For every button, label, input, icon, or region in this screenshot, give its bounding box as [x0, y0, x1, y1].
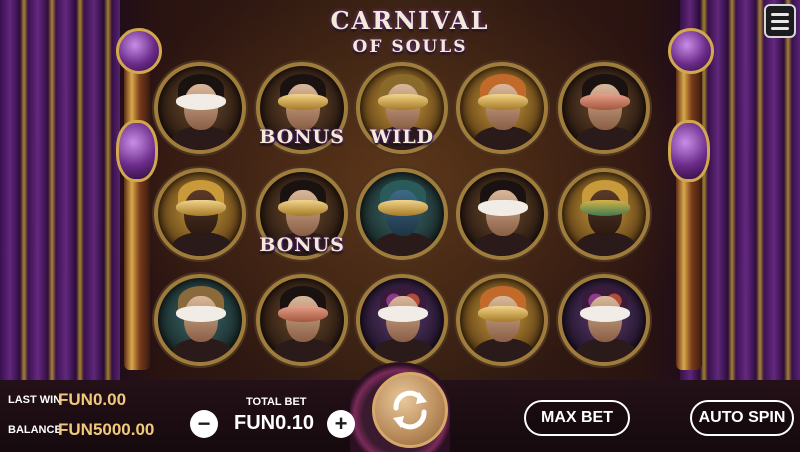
reel-symbol [558, 168, 650, 260]
hamburger-menu-icon[interactable] [764, 4, 796, 38]
spin-button[interactable] [372, 372, 448, 448]
game-title: CARNIVAL OF SOULS [300, 6, 520, 70]
last-win-label: LAST WIN [8, 394, 62, 406]
last-win-value: FUN0.00 [58, 390, 127, 409]
reel-symbol [256, 274, 348, 366]
total-bet-value: FUN0.10 [234, 412, 315, 434]
game-stage: CARNIVAL OF SOULS BONUS WILD BONUS LAST … [0, 0, 800, 452]
reel-symbol [154, 274, 246, 366]
reel-symbol [356, 168, 448, 260]
wild-label: WILD [369, 126, 435, 148]
bonus-label: BONUS [259, 234, 345, 256]
reel-symbol [154, 62, 246, 154]
left-pillar [124, 30, 150, 370]
left-curtain [0, 0, 120, 380]
reel-symbol [154, 168, 246, 260]
total-bet-label: TOTAL BET [246, 396, 307, 408]
reel-symbol [456, 62, 548, 154]
reel-symbol [558, 62, 650, 154]
reel-symbol [356, 274, 448, 366]
reel-symbol [456, 168, 548, 260]
decrease-bet-button[interactable]: − [190, 410, 218, 438]
reel-symbol [558, 274, 650, 366]
reel-grid: BONUS WILD BONUS [150, 62, 650, 374]
bonus-label: BONUS [259, 126, 345, 148]
refresh-icon [393, 390, 427, 430]
right-top-orb [668, 28, 714, 74]
right-pillar [676, 30, 702, 370]
reel-symbol [456, 274, 548, 366]
increase-bet-button[interactable]: + [327, 410, 355, 438]
balance-label: BALANCE [8, 424, 62, 436]
right-lamp [668, 120, 710, 182]
balance-value: FUN5000.00 [58, 420, 155, 439]
auto-spin-button[interactable]: AUTO SPIN [690, 400, 794, 436]
title-line-2: OF SOULS [352, 37, 468, 57]
max-bet-button[interactable]: MAX BET [524, 400, 630, 436]
title-line-1: CARNIVAL [330, 6, 490, 35]
